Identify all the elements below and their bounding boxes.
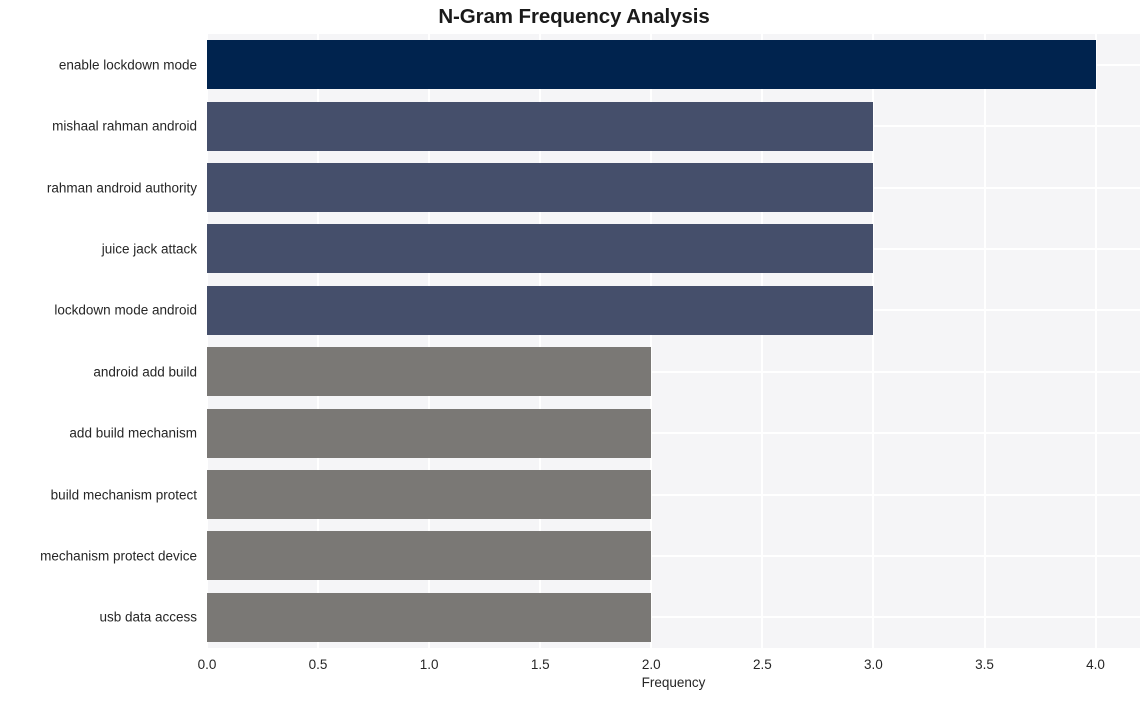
y-tick-label: build mechanism protect xyxy=(50,486,197,502)
y-tick-label: juice jack attack xyxy=(101,241,197,257)
x-tick-label: 2.5 xyxy=(752,657,772,672)
x-axis-label: Frequency xyxy=(641,675,706,690)
x-tick-label: 4.0 xyxy=(1086,657,1105,672)
y-tick-label: rahman android authority xyxy=(46,179,197,195)
y-tick-label: mishaal rahman android xyxy=(52,118,197,134)
y-tick-label: add build mechanism xyxy=(69,425,197,441)
y-tick-label: enable lockdown mode xyxy=(58,56,197,72)
y-axis-tick-labels: enable lockdown mode mishaal rahman andro… xyxy=(0,0,1148,701)
x-tick-label: 3.0 xyxy=(864,657,883,672)
y-tick-label: android add build xyxy=(93,363,197,379)
chart-figure: N-Gram Frequency Analysis enable lockdow… xyxy=(0,0,1148,701)
y-tick-label: usb data access xyxy=(99,609,197,625)
y-tick-label: lockdown mode android xyxy=(54,302,197,318)
x-tick-label: 1.5 xyxy=(530,657,550,672)
x-tick-label: 2.0 xyxy=(641,657,661,672)
x-tick-label: 1.0 xyxy=(419,657,439,672)
x-tick-label: 3.5 xyxy=(975,657,994,672)
y-tick-label: mechanism protect device xyxy=(40,548,197,564)
x-tick-label: 0.0 xyxy=(197,657,217,672)
x-tick-label: 0.5 xyxy=(308,657,328,672)
